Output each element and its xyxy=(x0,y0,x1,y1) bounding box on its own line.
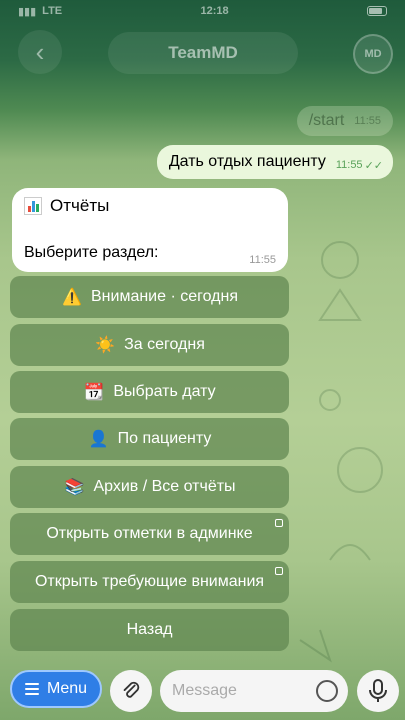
message-time: 11:55 ✓✓ xyxy=(336,159,383,172)
today-button[interactable]: ☀️ За сегодня xyxy=(10,324,289,366)
web-app-icon xyxy=(275,567,283,575)
status-time: 12:18 xyxy=(200,5,229,17)
calendar-icon: 📆 xyxy=(84,384,105,401)
sun-icon: ☀️ xyxy=(95,337,116,354)
chat-header: ‹ TeamMD MD xyxy=(0,30,405,82)
button-label: Открыть требующие внимания xyxy=(34,573,265,590)
carrier-label: LTE xyxy=(42,5,63,17)
button-label: Выбрать дату xyxy=(113,383,216,400)
microphone-button[interactable] xyxy=(357,670,399,712)
by-patient-button[interactable]: 👤 По пациенту xyxy=(10,418,289,460)
attach-button[interactable] xyxy=(110,670,152,712)
menu-label: Menu xyxy=(46,680,88,697)
outgoing-message[interactable]: Дать отдых пациенту 11:55 ✓✓ xyxy=(156,145,393,179)
message-input[interactable]: Message xyxy=(160,670,348,712)
message-time: 11:55 xyxy=(249,254,276,266)
back-button[interactable]: ‹ xyxy=(18,30,62,74)
message-title-text: Отчёты xyxy=(50,196,110,215)
chevron-left-icon: ‹ xyxy=(35,36,45,67)
menu-button[interactable]: Menu xyxy=(10,670,102,708)
message-title: Отчёты xyxy=(24,196,276,216)
double-check-icon: ✓✓ xyxy=(364,159,383,172)
message-time: 11:55 xyxy=(354,115,381,127)
pick-date-button[interactable]: 📆 Выбрать дату xyxy=(10,371,289,413)
chat-title[interactable]: TeamMD xyxy=(108,32,298,74)
person-icon: 👤 xyxy=(88,431,109,448)
input-bar: Menu Message xyxy=(0,660,405,720)
battery-icon xyxy=(367,6,387,16)
bar-chart-icon xyxy=(24,197,42,215)
open-attention-required-button[interactable]: Открыть требующие внимания xyxy=(10,561,289,603)
books-icon: 📚 xyxy=(64,479,85,496)
outgoing-message-start[interactable]: /start 11:55 xyxy=(296,106,393,136)
warning-icon: ⚠️ xyxy=(62,289,82,306)
incoming-message[interactable]: Отчёты Выберите раздел: 11:55 xyxy=(12,188,288,272)
avatar[interactable]: MD xyxy=(353,34,393,74)
message-text: /start xyxy=(308,112,345,129)
button-label: Архив / Все отчёты xyxy=(93,478,236,495)
open-admin-marks-button[interactable]: Открыть отметки в админке xyxy=(10,513,289,555)
web-app-icon xyxy=(275,519,283,527)
microphone-icon xyxy=(369,679,387,702)
button-label: По пациенту xyxy=(117,430,212,447)
message-text: Дать отдых пациенту xyxy=(168,153,326,170)
button-label: Открыть отметки в админке xyxy=(46,525,253,542)
status-bar: ▮▮▮ LTE 12:18 xyxy=(0,0,405,22)
attention-today-button[interactable]: ⚠️ Внимание · сегодня xyxy=(10,276,289,318)
sticker-icon[interactable] xyxy=(316,680,338,702)
button-label: Внимание · сегодня xyxy=(91,288,238,305)
archive-button[interactable]: 📚 Архив / Все отчёты xyxy=(10,466,289,508)
hamburger-icon xyxy=(24,683,39,695)
button-label: За сегодня xyxy=(124,336,205,353)
message-placeholder: Message xyxy=(172,682,237,699)
button-label: Назад xyxy=(126,621,173,638)
signal-icon: ▮▮▮ xyxy=(18,5,37,18)
paperclip-icon xyxy=(123,681,140,698)
back-keyboard-button[interactable]: Назад xyxy=(10,609,289,651)
message-text: Выберите раздел: xyxy=(24,244,159,261)
message-time-text: 11:55 xyxy=(335,159,363,171)
